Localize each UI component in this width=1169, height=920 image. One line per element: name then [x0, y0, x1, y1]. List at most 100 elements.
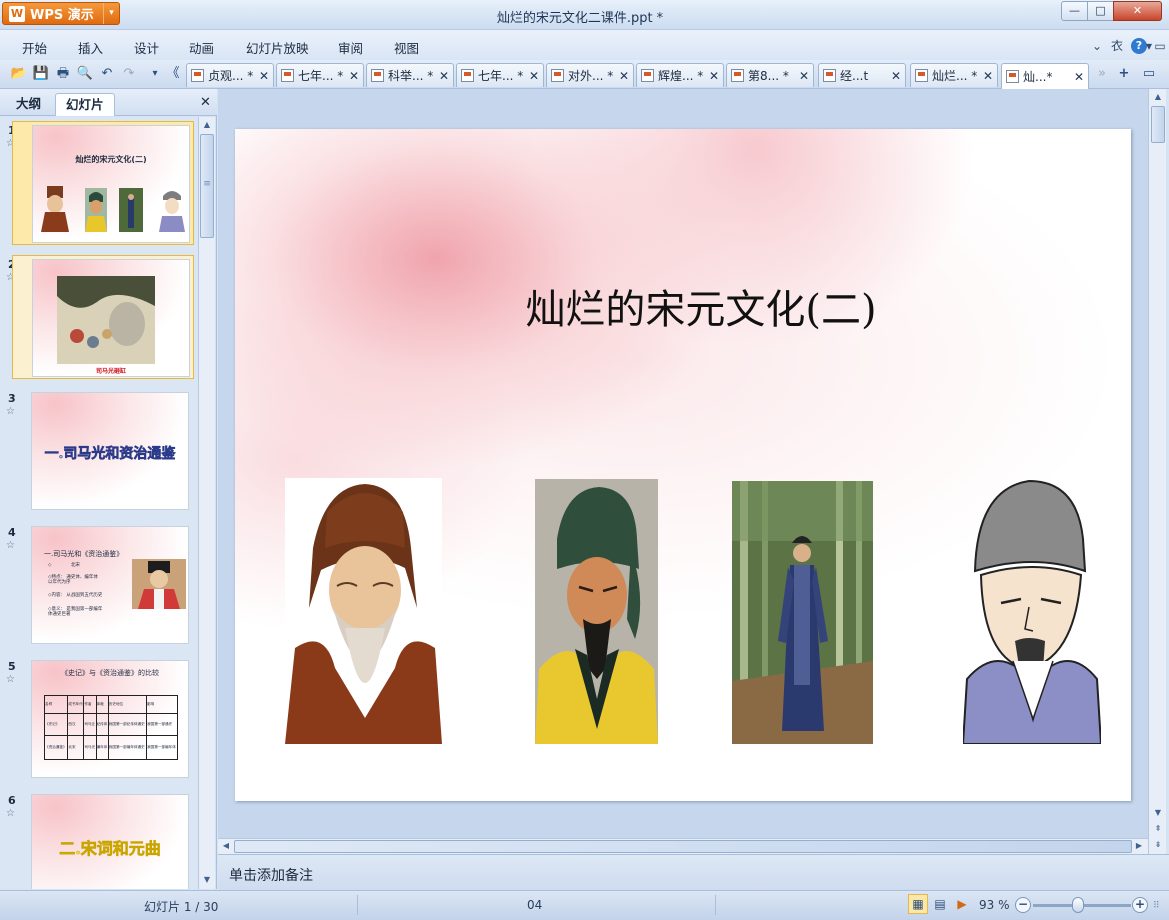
tab-scroll-right-icon[interactable]: » [1093, 65, 1111, 83]
slide-thumbnail-5[interactable]: 《史记》与《资治通鉴》的比较 名称 成书年代 作者 体裁 历史地位 影响 《史记… [12, 657, 194, 781]
doc-tab-10-active[interactable]: 灿...* ✕ [1001, 63, 1089, 89]
doc-tab-5[interactable]: 对外... * ✕ [546, 63, 634, 87]
tab-list-icon[interactable]: ▭ [1140, 65, 1158, 83]
slideshow-view-icon[interactable]: ▶ [952, 894, 972, 914]
slide-thumbnail-4[interactable]: 一.司马光和《资治通鉴》 ◇ 北宋 ◇特点： 通史体、编年体 以年代为序 ◇内容… [12, 523, 194, 647]
close-tab-icon[interactable]: ✕ [619, 69, 629, 83]
close-tab-icon[interactable]: ✕ [1074, 70, 1084, 84]
close-tab-icon[interactable]: ✕ [983, 69, 993, 83]
current-slide[interactable]: 灿烂的宋元文化(二) [235, 129, 1131, 801]
doc-tab-3[interactable]: 科举... * ✕ [366, 63, 454, 87]
wps-presentation-window: W WPS 演示 ▾ 灿烂的宋元文化二课件.ppt * — □ ✕ 开始 插入 … [0, 0, 1169, 920]
close-tab-icon[interactable]: ✕ [349, 69, 359, 83]
print-icon[interactable]: 🖶 [54, 65, 72, 83]
slide-thumbnail-1[interactable]: 灿烂的宋元文化(二) [12, 121, 194, 245]
menu-animation[interactable]: 动画 [189, 38, 214, 57]
menu-design[interactable]: 设计 [134, 38, 159, 57]
portrait-mini-4 [159, 191, 185, 232]
ppt-file-icon [641, 69, 654, 82]
menu-slideshow[interactable]: 幻灯片放映 [246, 38, 309, 57]
tab-slides[interactable]: 幻灯片 [55, 93, 115, 116]
print-preview-icon[interactable]: 🔍 [76, 65, 94, 83]
slide-horizontal-scrollbar[interactable]: ◀ ▶ [218, 838, 1148, 854]
close-tab-icon[interactable]: ✕ [259, 69, 269, 83]
doc-tab-6[interactable]: 辉煌... * ✕ [636, 63, 724, 87]
zoom-out-icon[interactable]: − [1015, 897, 1031, 913]
close-tab-icon[interactable]: ✕ [799, 69, 809, 83]
slide-thumbnail-6[interactable]: 二.宋词和元曲 [12, 791, 194, 889]
scroll-thumb[interactable]: ≡ [200, 134, 214, 238]
portrait-scholar-brown-hat[interactable] [285, 478, 442, 744]
slide-4-bullet-4: ◇意义： 是我国第一部编年 体通史巨著 [48, 607, 103, 617]
menu-home[interactable]: 开始 [22, 38, 47, 57]
slide-sorter-view-icon[interactable]: ▤ [930, 894, 950, 914]
doc-tab-label: 灿...* [1023, 70, 1053, 84]
slide-title[interactable]: 灿烂的宋元文化(二) [465, 277, 937, 335]
menu-insert[interactable]: 插入 [78, 38, 103, 57]
slide-6-preview: 二.宋词和元曲 [31, 794, 189, 889]
undo-icon[interactable]: ↶ [98, 65, 116, 83]
zoom-slider-handle[interactable] [1072, 897, 1084, 913]
scroll-thumb[interactable] [1151, 106, 1165, 143]
thumbnail-scrollbar[interactable]: ▲ ≡ ▼ [198, 117, 215, 889]
restore-doc-icon[interactable]: ▭ [1152, 38, 1168, 54]
collapse-ribbon-icon[interactable]: ⌄ [1089, 38, 1105, 54]
scroll-right-icon[interactable]: ▶ [1132, 839, 1146, 853]
doc-tab-8[interactable]: 经...t ✕ [818, 63, 906, 87]
doc-tab-1[interactable]: 贞观... * ✕ [186, 63, 274, 87]
scroll-left-icon[interactable]: ◀ [219, 839, 233, 853]
scroll-thumb[interactable] [234, 840, 1132, 853]
slide-thumbnail-2[interactable]: 司马光砸缸 [12, 255, 194, 379]
portrait-official-yellow-robe[interactable] [535, 479, 658, 744]
minimize-button[interactable]: — [1061, 1, 1088, 21]
scroll-down-icon[interactable]: ▼ [200, 873, 214, 887]
scroll-up-icon[interactable]: ▲ [1151, 90, 1165, 104]
doc-tab-7[interactable]: 第8... * ✕ [726, 63, 814, 87]
scroll-down-icon[interactable]: ▼ [1151, 806, 1165, 820]
zoom-level[interactable]: 93 % [979, 898, 1010, 912]
new-tab-icon[interactable]: + [1115, 65, 1133, 83]
slide-vertical-scrollbar[interactable]: ▲ ▼ ⇞ ⇟ [1148, 89, 1166, 854]
notes-pane[interactable]: 单击添加备注 [218, 854, 1169, 890]
slide-2-preview: 司马光砸缸 [32, 259, 190, 377]
portrait-official-yellow-robe-image [535, 479, 658, 744]
open-folder-icon[interactable]: 📂 [10, 65, 28, 83]
doc-tab-label: 第8... * [748, 69, 789, 83]
menu-bar: 开始 插入 设计 动画 幻灯片放映 审阅 视图 ⌄ 衣 ? ▾ ▭ [0, 30, 1169, 60]
resize-grip-icon[interactable]: ⠿ [1153, 901, 1160, 911]
maximize-button[interactable]: □ [1087, 1, 1114, 21]
chevron-down-icon[interactable]: ▾ [103, 3, 119, 24]
slide-1-mini-title: 灿烂的宋元文化(二) [75, 155, 147, 164]
close-panel-icon[interactable]: ✕ [200, 95, 211, 110]
doc-tab-9[interactable]: 灿烂... * ✕ [910, 63, 998, 87]
redo-icon[interactable]: ↷ [120, 65, 138, 83]
doc-tab-2[interactable]: 七年... * ✕ [276, 63, 364, 87]
sima-guang-mini-portrait [132, 559, 186, 609]
notes-placeholder[interactable]: 单击添加备注 [229, 865, 313, 885]
doc-tab-4[interactable]: 七年... * ✕ [456, 63, 544, 87]
close-tab-icon[interactable]: ✕ [439, 69, 449, 83]
tab-outline[interactable]: 大纲 [6, 93, 51, 116]
portrait-line-drawing-scholar[interactable] [963, 479, 1101, 744]
scroll-up-icon[interactable]: ▲ [200, 118, 214, 132]
portrait-mini-1 [41, 186, 69, 232]
close-window-button[interactable]: ✕ [1113, 1, 1162, 21]
tab-scroll-left-icon[interactable]: 《 [164, 65, 182, 83]
customize-toolbar-icon[interactable]: ▾ [146, 65, 164, 83]
slide-thumbnail-3[interactable]: 一.司马光和资治通鉴 [12, 389, 194, 513]
previous-slide-icon[interactable]: ⇞ [1151, 822, 1165, 836]
menu-view[interactable]: 视图 [394, 38, 419, 57]
save-icon[interactable]: 💾 [32, 65, 50, 83]
slide-4-preview: 一.司马光和《资治通鉴》 ◇ 北宋 ◇特点： 通史体、编年体 以年代为序 ◇内容… [31, 526, 189, 644]
close-tab-icon[interactable]: ✕ [709, 69, 719, 83]
close-tab-icon[interactable]: ✕ [529, 69, 539, 83]
close-tab-icon[interactable]: ✕ [891, 69, 901, 83]
skin-icon[interactable]: 衣 [1109, 38, 1125, 54]
menu-review[interactable]: 审阅 [338, 38, 363, 57]
zoom-in-icon[interactable]: + [1132, 897, 1148, 913]
portrait-woman-bamboo-forest[interactable] [732, 481, 873, 744]
normal-view-icon[interactable]: ▦ [908, 894, 928, 914]
status-divider [715, 895, 716, 915]
next-slide-icon[interactable]: ⇟ [1151, 838, 1165, 852]
wps-app-menu-button[interactable]: W WPS 演示 ▾ [2, 2, 120, 25]
